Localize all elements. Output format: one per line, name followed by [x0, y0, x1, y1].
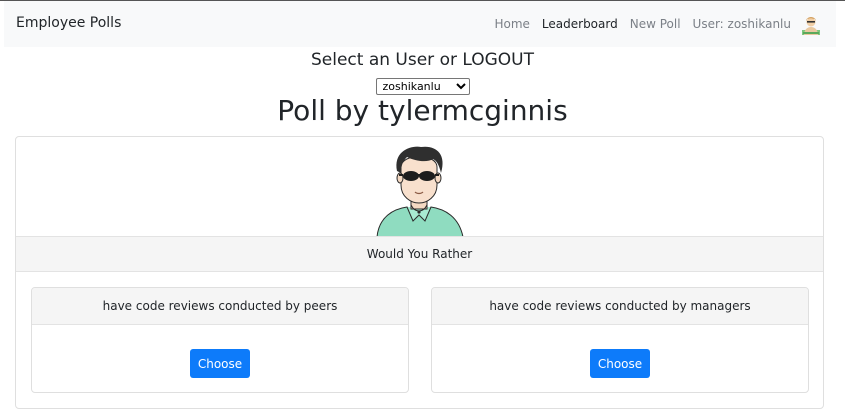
author-avatar-icon	[376, 146, 464, 237]
poll-question-header: Would You Rather	[16, 236, 823, 272]
nav-links: Home Leaderboard New Poll User: zoshikan…	[482, 1, 822, 47]
option-card-two: have code reviews conducted by managers …	[431, 287, 809, 393]
brand-title[interactable]: Employee Polls	[16, 15, 121, 31]
user-select-wrapper: zoshikanlu	[0, 75, 845, 95]
choose-option-two-button[interactable]: Choose	[590, 349, 650, 378]
poll-card: Would You Rather have code reviews condu…	[15, 136, 824, 409]
nav-link-home[interactable]: Home	[494, 17, 529, 31]
option-two-text: have code reviews conducted by managers	[432, 288, 808, 325]
user-switch-heading: Select an User or LOGOUT	[310, 50, 535, 70]
option-one-text: have code reviews conducted by peers	[32, 288, 408, 325]
navbar: Employee Polls Home Leaderboard New Poll…	[4, 1, 836, 47]
user-avatar-icon	[802, 17, 820, 35]
choose-option-one-button[interactable]: Choose	[190, 349, 250, 378]
option-card-one: have code reviews conducted by peers Cho…	[31, 287, 409, 393]
current-user-label: User: zoshikanlu	[692, 17, 791, 31]
nav-link-new-poll[interactable]: New Poll	[630, 17, 681, 31]
nav-link-leaderboard[interactable]: Leaderboard	[542, 17, 618, 31]
poll-title: Poll by tylermcginnis	[277, 94, 568, 127]
user-select-dropdown[interactable]: zoshikanlu	[375, 78, 470, 95]
